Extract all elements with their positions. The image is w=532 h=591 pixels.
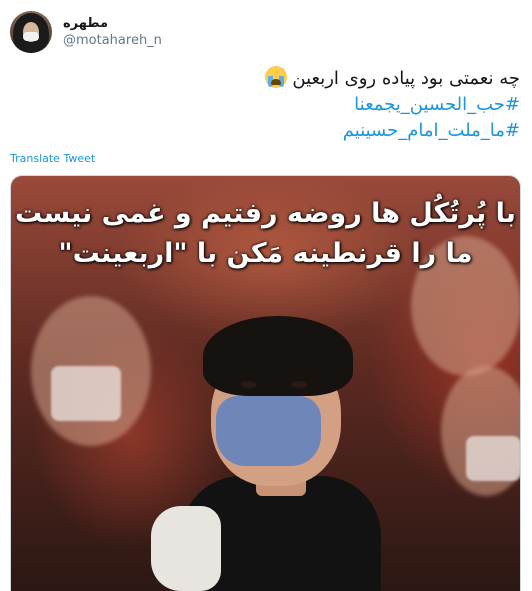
tweet-header: مطهره @motahareh_n [10, 10, 162, 54]
tweet-line-1: چه نعمتی بود پیاده روی اربعین [20, 66, 520, 92]
tweet-text: چه نعمتی بود پیاده روی اربعین #حب_الحسین… [20, 66, 520, 144]
hashtag-link[interactable]: #ما_ملت_امام_حسینیم [20, 118, 520, 144]
tweet-media-image[interactable]: با پُرتُکُل ها روضه رفتیم و غمی نیست ما … [10, 175, 521, 591]
display-name[interactable]: مطهره [63, 16, 162, 31]
face-mask [216, 396, 321, 466]
gloved-hand [151, 506, 221, 591]
user-handle[interactable]: @motahareh_n [63, 33, 162, 48]
boy-hair [203, 316, 353, 396]
hashtag-link[interactable]: #حب_الحسین_یجمعنا [20, 92, 520, 118]
translate-tweet-link[interactable]: Translate Tweet [10, 152, 95, 165]
background-mask [51, 366, 121, 421]
media-overlay-text: با پُرتُکُل ها روضه رفتیم و غمی نیست ما … [11, 194, 520, 274]
user-meta: مطهره @motahareh_n [63, 16, 162, 48]
tweet-line-1-text: چه نعمتی بود پیاده روی اربعین [292, 68, 520, 89]
overlay-line-1: با پُرتُکُل ها روضه رفتیم و غمی نیست [15, 198, 516, 229]
overlay-line-2: ما را قرنطینه مَکن با "اربعینت" [58, 238, 473, 269]
user-avatar[interactable] [10, 11, 52, 53]
loudly-crying-face-icon [264, 66, 287, 88]
background-mask [466, 436, 520, 481]
